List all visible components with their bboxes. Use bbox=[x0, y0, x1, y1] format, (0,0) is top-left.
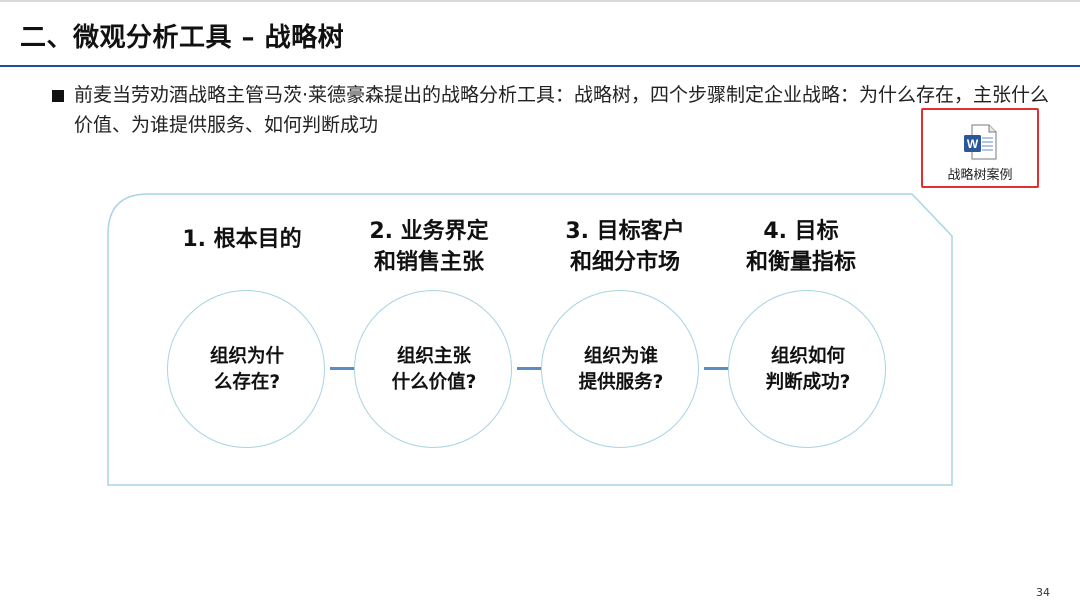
top-border-line bbox=[0, 0, 1080, 2]
step-4-title: 4. 目标 和衡量指标 bbox=[745, 219, 856, 275]
svg-text:W: W bbox=[967, 137, 979, 151]
step-4-circle: 组织如何 判断成功? bbox=[728, 290, 886, 448]
title-underline bbox=[0, 65, 1080, 67]
step-3-title: 3. 目标客户 和细分市场 bbox=[565, 219, 685, 275]
intro-paragraph: 前麦当劳劝酒战略主管马茨·莱德豪森提出的战略分析工具：战略树，四个步骤制定企业战… bbox=[74, 84, 1050, 136]
step-2-title: 2. 业务界定 和销售主张 bbox=[369, 219, 489, 275]
step-3-circle: 组织为谁 提供服务? bbox=[541, 290, 699, 448]
connector-3-4 bbox=[704, 367, 730, 370]
step-3-question: 组织为谁 提供服务? bbox=[578, 346, 664, 393]
slide-title: 二、微观分析工具 – 战略树 bbox=[20, 23, 345, 53]
step-1-title: 1. 根本目的 bbox=[182, 227, 302, 252]
step-1-question: 组织为什 么存在? bbox=[209, 346, 284, 393]
bullet-square-icon bbox=[52, 90, 64, 102]
step-1-circle: 组织为什 么存在? bbox=[167, 290, 325, 448]
connector-2-3 bbox=[517, 367, 543, 370]
step-2-question: 组织主张 什么价值? bbox=[391, 346, 477, 393]
connector-1-2 bbox=[330, 367, 356, 370]
attachment-label: 战略树案例 bbox=[947, 168, 1013, 183]
page-number: 34 bbox=[1036, 586, 1050, 599]
attachment-strategy-tree-case[interactable]: W 战略树案例 bbox=[921, 108, 1039, 188]
word-document-icon: W bbox=[964, 124, 997, 160]
step-4-question: 组织如何 判断成功? bbox=[765, 346, 851, 393]
step-2-circle: 组织主张 什么价值? bbox=[354, 290, 512, 448]
